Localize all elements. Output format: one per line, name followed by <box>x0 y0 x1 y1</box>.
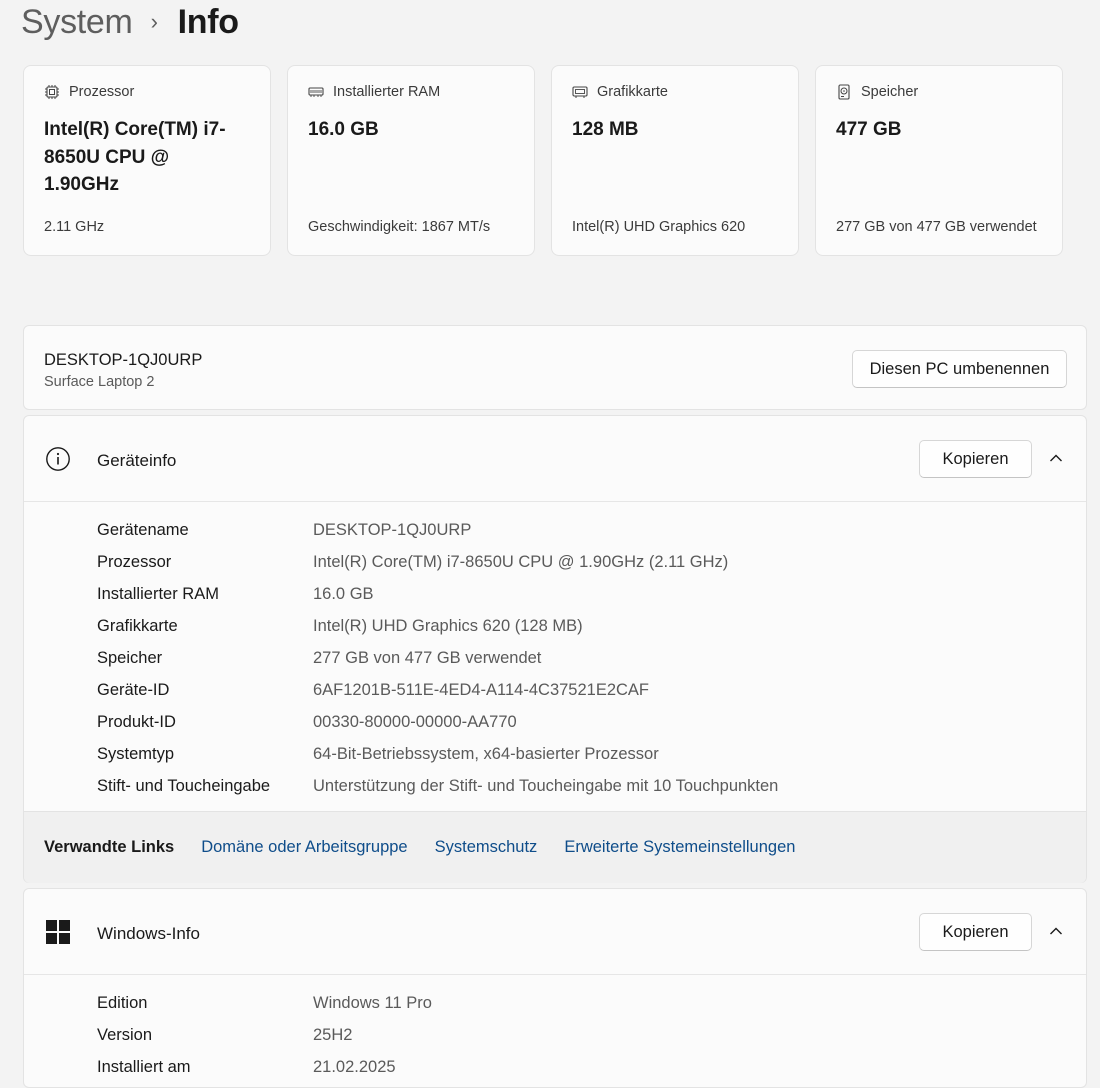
info-row: Grafikkarte Intel(R) UHD Graphics 620 (12… <box>97 610 778 642</box>
spec-card-processor: Prozessor Intel(R) Core(TM) i7-8650U CPU… <box>23 65 271 256</box>
info-row: Gerätename DESKTOP-1QJ0URP <box>97 514 778 546</box>
related-links-bar: Verwandte Links Domäne oder Arbeitsgrupp… <box>24 811 1086 883</box>
spec-card-storage: Speicher 477 GB 277 GB von 477 GB verwen… <box>815 65 1063 256</box>
windows-info-panel: Windows-Info Kopieren Edition Windows 11 … <box>23 888 1087 1088</box>
device-info-list: Gerätename DESKTOP-1QJ0URP Prozessor Intel… <box>97 514 778 802</box>
copy-device-info-button[interactable]: Kopieren <box>919 440 1032 478</box>
spec-sub: 2.11 GHz <box>44 219 105 235</box>
link-domain-workgroup[interactable]: Domäne oder Arbeitsgruppe <box>201 838 407 857</box>
spec-sub: 277 GB von 477 GB verwendet <box>836 219 1037 235</box>
device-name-panel: DESKTOP-1QJ0URP Surface Laptop 2 Diesen … <box>23 325 1087 410</box>
spec-title: Installierter RAM <box>333 84 441 100</box>
chevron-up-icon[interactable] <box>1046 921 1066 941</box>
info-key: Version <box>97 1025 153 1044</box>
info-value: 21.02.2025 <box>313 1057 396 1076</box>
info-key: Gerätename <box>97 520 189 539</box>
device-info-panel: Geräteinfo Kopieren Gerätename DESKTOP-1Q… <box>23 415 1087 883</box>
info-value: Intel(R) Core(TM) i7-8650U CPU @ 1.90GHz… <box>313 552 729 571</box>
info-value: 00330-80000-00000-AA770 <box>313 712 517 731</box>
info-row: Geräte-ID 6AF1201B-511E-4ED4-A114-4C37521… <box>97 674 778 706</box>
section-title: Windows-Info <box>97 924 200 943</box>
info-key: Stift- und Toucheingabe <box>97 776 271 795</box>
info-icon <box>45 446 71 472</box>
spec-card-ram: Installierter RAM 16.0 GB Geschwindigkei… <box>287 65 535 256</box>
info-value: Intel(R) UHD Graphics 620 (128 MB) <box>313 616 583 635</box>
related-links-title: Verwandte Links <box>44 838 175 856</box>
spec-sub: Geschwindigkeit: 1867 MT/s <box>308 219 491 235</box>
spec-sub: Intel(R) UHD Graphics 620 <box>572 219 746 235</box>
spec-value: 16.0 GB <box>308 119 379 140</box>
chevron-up-icon[interactable] <box>1046 448 1066 468</box>
spec-value: 128 MB <box>572 119 639 140</box>
info-value: 277 GB von 477 GB verwendet <box>313 648 542 667</box>
storage-icon <box>836 84 852 100</box>
info-row: Version 25H2 <box>97 1019 432 1051</box>
link-system-protection[interactable]: Systemschutz <box>435 838 538 857</box>
spec-title: Speicher <box>861 84 919 100</box>
info-row: Installiert am 21.02.2025 <box>97 1051 432 1083</box>
info-value: 64-Bit-Betriebssystem, x64-basierter Pro… <box>313 744 659 763</box>
info-key: Produkt-ID <box>97 712 176 731</box>
info-value: 16.0 GB <box>313 584 374 603</box>
page-title: Info <box>177 2 239 41</box>
info-key: Systemtyp <box>97 744 175 763</box>
info-value: 6AF1201B-511E-4ED4-A114-4C37521E2CAF <box>313 680 650 699</box>
spec-cards: Prozessor Intel(R) Core(TM) i7-8650U CPU… <box>23 65 1063 256</box>
gpu-icon <box>572 84 588 100</box>
info-row: Systemtyp 64-Bit-Betriebssystem, x64-basi… <box>97 738 778 770</box>
info-row: Edition Windows 11 Pro <box>97 987 432 1019</box>
info-key: Grafikkarte <box>97 616 178 635</box>
windows-info-header[interactable]: Windows-Info Kopieren <box>24 889 1086 975</box>
info-value: 25H2 <box>313 1025 353 1044</box>
info-row: Stift- und Toucheingabe Unterstützung der… <box>97 770 778 802</box>
rename-pc-button[interactable]: Diesen PC umbenennen <box>852 350 1067 388</box>
spec-value: 477 GB <box>836 119 902 140</box>
ram-icon <box>308 84 324 100</box>
info-key: Speicher <box>97 648 163 667</box>
breadcrumb-system[interactable]: System <box>21 3 133 42</box>
info-value: DESKTOP-1QJ0URP <box>313 520 472 539</box>
info-key: Edition <box>97 993 148 1012</box>
windows-info-list: Edition Windows 11 Pro Version 25H2 Instal… <box>97 987 432 1083</box>
device-info-header[interactable]: Geräteinfo Kopieren <box>24 416 1086 502</box>
device-model: Surface Laptop 2 <box>44 374 155 390</box>
windows-logo-icon <box>45 919 71 945</box>
link-advanced-system-settings[interactable]: Erweiterte Systemeinstellungen <box>564 838 795 857</box>
chevron-right-icon: › <box>150 9 158 34</box>
spec-card-gpu: Grafikkarte 128 MB Intel(R) UHD Graphics… <box>551 65 799 256</box>
info-row: Prozessor Intel(R) Core(TM) i7-8650U CPU … <box>97 546 778 578</box>
processor-icon <box>44 84 60 100</box>
info-key: Geräte-ID <box>97 680 170 699</box>
device-name: DESKTOP-1QJ0URP <box>44 351 203 369</box>
info-row: Speicher 277 GB von 477 GB verwendet <box>97 642 778 674</box>
copy-windows-info-button[interactable]: Kopieren <box>919 913 1032 951</box>
info-key: Installierter RAM <box>97 584 219 603</box>
spec-value: Intel(R) Core(TM) i7-8650U CPU @ 1.90GHz <box>44 119 226 195</box>
info-value: Unterstützung der Stift- und Toucheingab… <box>313 776 779 795</box>
spec-title: Grafikkarte <box>597 84 668 100</box>
info-row: Produkt-ID 00330-80000-00000-AA770 <box>97 706 778 738</box>
breadcrumb: System › Info <box>21 0 239 50</box>
section-title: Geräteinfo <box>97 451 177 470</box>
spec-title: Prozessor <box>69 84 135 100</box>
info-row: Installierter RAM 16.0 GB <box>97 578 778 610</box>
info-key: Prozessor <box>97 552 172 571</box>
info-key: Installiert am <box>97 1057 191 1076</box>
info-value: Windows 11 Pro <box>313 993 432 1012</box>
